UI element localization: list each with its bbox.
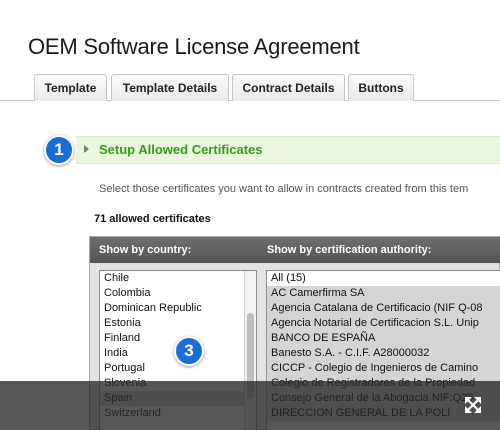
authority-option[interactable]: Agencia Notarial de Certificacion S.L. U… [267, 316, 500, 331]
authority-option[interactable]: Banesto S.A. - C.I.F. A28000032 [267, 346, 500, 361]
tab-buttons[interactable]: Buttons [348, 74, 414, 101]
authority-option[interactable]: Agencia Catalana de Certificacio (NIF Q-… [267, 301, 500, 316]
panel-header: Show by country: Show by certification a… [90, 237, 500, 263]
country-option[interactable]: Dominican Republic [100, 301, 256, 316]
step-badge-3: 3 [174, 336, 204, 366]
country-option[interactable]: Portugal [100, 361, 256, 376]
expand-icon[interactable] [463, 395, 483, 415]
authority-option[interactable]: AC Camerfirma SA [267, 286, 500, 301]
tab-template[interactable]: Template [34, 74, 107, 101]
section-description: Select those certificates you want to al… [99, 183, 469, 195]
tab-contract-details[interactable]: Contract Details [232, 74, 345, 101]
country-header: Show by country: [99, 244, 192, 256]
authority-option[interactable]: CICCP - Colegio de Ingenieros de Camino [267, 361, 500, 376]
tab-bar: Template Template Details Contract Detai… [0, 74, 500, 101]
authority-option[interactable]: BANCO DE ESPAÑA [267, 331, 500, 346]
tab-template-details[interactable]: Template Details [111, 74, 229, 101]
country-option[interactable]: Estonia [100, 316, 256, 331]
section-title[interactable]: Setup Allowed Certificates [99, 142, 263, 157]
page-title: OEM Software License Agreement [28, 34, 360, 59]
country-option[interactable]: Chile [100, 271, 256, 286]
step-badge-1: 1 [44, 135, 74, 165]
authority-option[interactable]: All (15) [267, 271, 500, 286]
country-option[interactable]: Colombia [100, 286, 256, 301]
allowed-certificates-count: 71 allowed certificates [94, 213, 211, 225]
triangle-right-icon[interactable] [84, 145, 89, 153]
bottom-overlay-bar [0, 381, 500, 430]
authority-header: Show by certification authority: [267, 244, 432, 256]
